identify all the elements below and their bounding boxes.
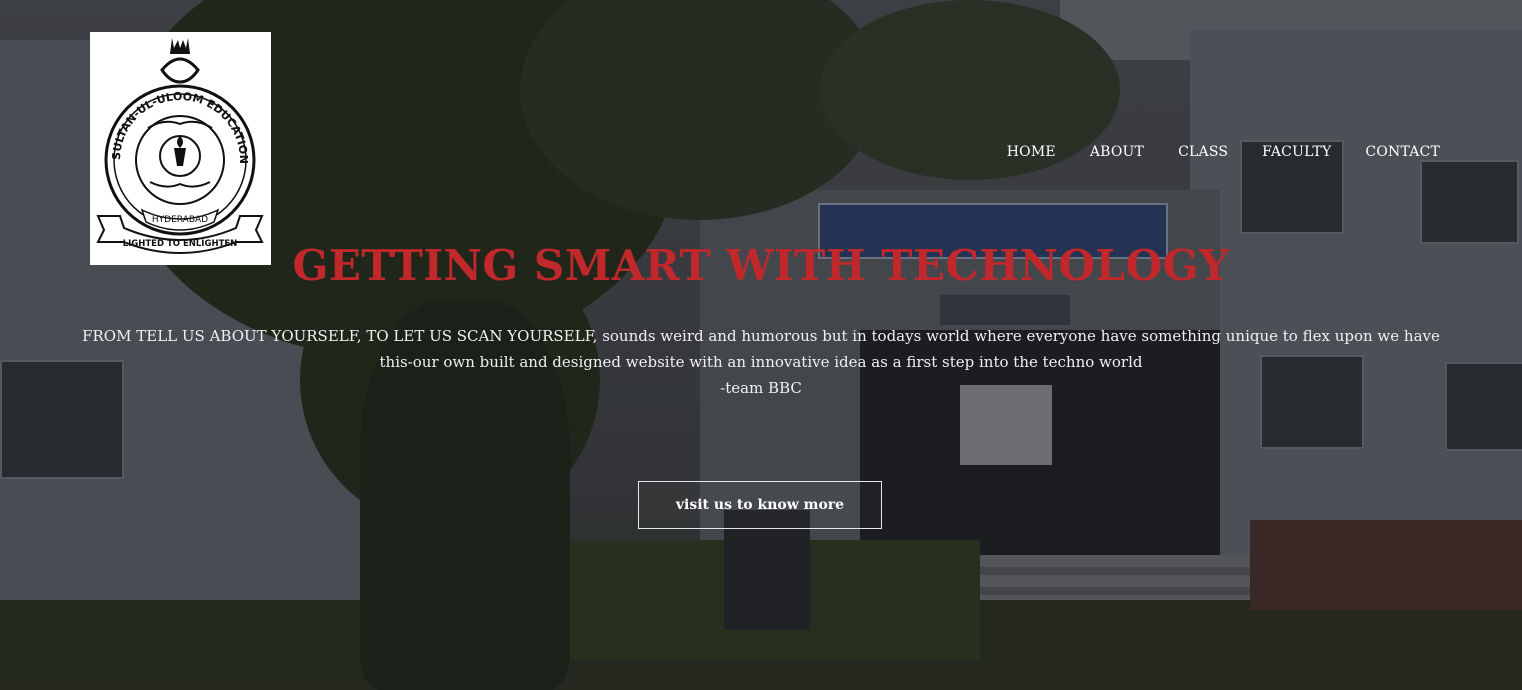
svg-text:SULTAN-UL-ULOOM EDUCATION SOCI: SULTAN-UL-ULOOM EDUCATION SOCIETY — [90, 32, 250, 164]
hero-section: SULTAN-UL-ULOOM EDUCATION SOCIETY HYDERA… — [0, 0, 1522, 690]
nav-about-link[interactable]: ABOUT — [1090, 142, 1144, 164]
svg-text:HYDERABAD: HYDERABAD — [152, 215, 208, 225]
hero-tagline: FROM TELL US ABOUT YOURSELF, TO LET US S… — [82, 327, 1440, 371]
hero-headline: GETTING SMART WITH TECHNOLOGY — [292, 241, 1230, 290]
main-navigation: HOME ABOUT CLASS FACULTY CONTACT — [960, 142, 1440, 164]
nav-faculty-link[interactable]: FACULTY — [1262, 142, 1331, 164]
site-logo[interactable]: SULTAN-UL-ULOOM EDUCATION SOCIETY HYDERA… — [90, 32, 271, 265]
hero-signature: -team BBC — [720, 379, 802, 397]
visit-us-button[interactable]: visit us to know more — [638, 481, 882, 529]
nav-class-link[interactable]: CLASS — [1178, 142, 1228, 164]
nav-home-link[interactable]: HOME — [1007, 142, 1056, 164]
emblem-icon: SULTAN-UL-ULOOM EDUCATION SOCIETY HYDERA… — [90, 32, 264, 254]
nav-contact-link[interactable]: CONTACT — [1365, 142, 1440, 164]
